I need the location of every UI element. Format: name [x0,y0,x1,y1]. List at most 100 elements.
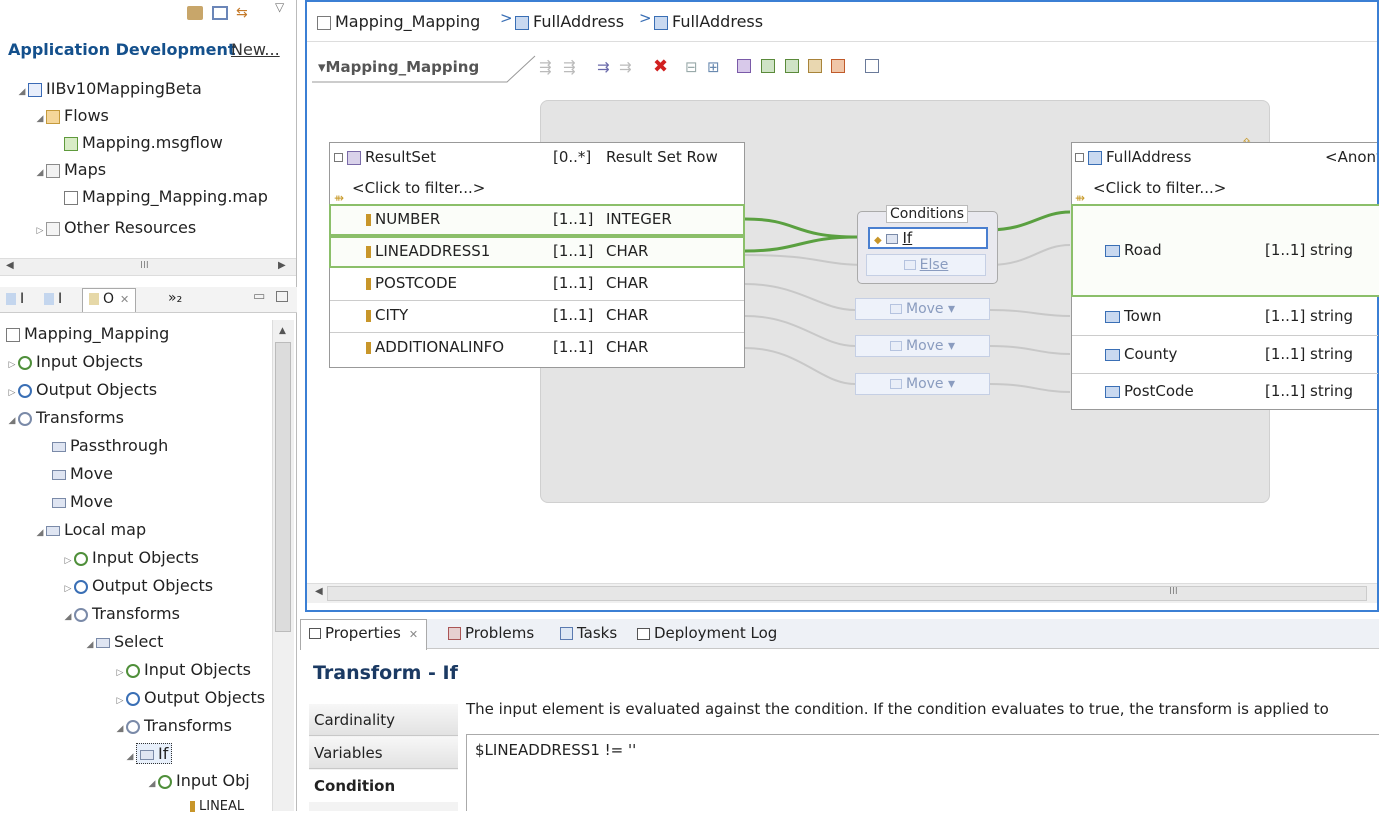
condition-else[interactable]: Else [866,254,986,276]
breadcrumb-item-fulladdress[interactable]: FullAddress [654,12,763,31]
input-filter[interactable]: ⇻ <Click to filter...> [334,173,485,205]
outline-item-input-objects[interactable]: ▷ Input Objects [62,546,199,570]
close-icon[interactable]: ✕ [120,293,129,306]
expanded-arrow-icon[interactable]: ◢ [114,717,126,741]
expanded-arrow-icon[interactable]: ◢ [84,633,96,657]
outline-item-output-objects[interactable]: ▷ Output Objects [114,686,266,713]
tree-item-project[interactable]: ◢ IIBv10MappingBeta [16,77,202,101]
tree-item-flows[interactable]: ◢ Flows [34,104,109,128]
outline-item-input-objects[interactable]: ▷ Input Objects [6,350,143,374]
output-header[interactable]: FullAddress [1075,142,1191,173]
output-filter[interactable]: ⇻ <Click to filter...> [1075,173,1226,205]
collapsed-arrow-icon[interactable]: ▷ [114,689,126,713]
outline-item-input-objects[interactable]: ▷ Input Objects [114,658,251,682]
side-tab-variables[interactable]: Variables [309,737,458,769]
move-transform[interactable]: Move ▾ [855,335,990,357]
expanded-arrow-icon[interactable]: ◢ [62,605,74,629]
tab-outline[interactable]: O ✕ [82,288,137,312]
input-row-city[interactable]: CITY [366,300,408,331]
outline-item-mapping[interactable]: Mapping_Mapping [6,322,169,346]
expanded-arrow-icon[interactable]: ◢ [146,772,158,796]
side-tab-condition[interactable]: Condition [309,770,458,802]
scrollbar-thumb[interactable] [327,586,1367,601]
toolbar-icon-4[interactable]: ⇉ [619,58,639,76]
explorer-horizontal-scrollbar[interactable]: ◀ III ▶ [0,258,296,276]
outline-item-move[interactable]: Move [52,490,113,514]
outline-item-lineaddress[interactable]: LINEAL [190,795,244,819]
tree-item-msgflow[interactable]: Mapping.msgflow [64,131,223,155]
toolbar-icon-3[interactable]: ⇉ [597,58,617,76]
input-header[interactable]: ResultSet [334,142,436,173]
scroll-left-icon[interactable]: ◀ [315,586,323,597]
breadcrumb-item-fulladdress[interactable]: FullAddress [515,12,624,31]
tab-view-2[interactable]: I [44,291,62,307]
outline-item-passthrough[interactable]: Passthrough [52,434,168,458]
view-menu-icon[interactable]: ▽ [275,0,284,14]
delete-icon[interactable]: ✖ [653,56,668,77]
tab-view-1[interactable]: I [6,291,24,307]
scroll-right-icon[interactable]: ▶ [278,260,286,271]
scrollbar-thumb[interactable] [275,342,291,632]
more-views-button[interactable]: »₂ [168,290,182,306]
toolbar-icon-8[interactable] [761,59,775,73]
collapsed-arrow-icon[interactable]: ▷ [114,661,126,685]
link-editor-icon[interactable] [187,6,203,20]
move-transform[interactable]: Move ▾ [855,298,990,320]
tab-problems[interactable]: Problems [448,624,534,642]
toolbar-icon-11[interactable] [831,59,845,73]
move-transform[interactable]: Move ▾ [855,373,990,395]
tab-tasks[interactable]: Tasks [560,624,617,642]
tree-item-map-file[interactable]: Mapping_Mapping.map [64,185,268,209]
expanded-arrow-icon[interactable]: ◢ [16,80,28,104]
collapsed-arrow-icon[interactable]: ▷ [6,353,18,377]
collapse-icon[interactable] [334,153,343,162]
condition-if[interactable]: ◆ If [868,227,988,249]
tab-deployment-log[interactable]: Deployment Log [637,624,777,642]
collapse-all-icon[interactable] [212,6,228,20]
tree-item-maps[interactable]: ◢ Maps [34,158,107,182]
new-link[interactable]: New... [231,40,280,59]
outline-item-move[interactable]: Move [52,462,113,486]
editor-horizontal-scrollbar[interactable]: ◀ III [307,583,1377,603]
outline-item-output-objects[interactable]: ▷ Output Objects [62,574,214,601]
breadcrumb-item-map[interactable]: Mapping_Mapping [317,12,480,31]
expanded-arrow-icon[interactable]: ◢ [124,745,136,769]
expanded-arrow-icon[interactable]: ◢ [6,409,18,433]
collapsed-arrow-icon[interactable]: ▷ [62,549,74,573]
toolbar-icon-6[interactable]: ⊞ [707,58,720,76]
input-row-additionalinfo[interactable]: ADDITIONALINFO [366,332,504,363]
outline-item-transforms[interactable]: ◢ Transforms [6,406,124,430]
toolbar-icon-5[interactable]: ⊟ [685,58,698,76]
outline-item-if[interactable]: ◢ If [124,742,173,769]
minimize-icon[interactable]: ▭ [253,289,265,304]
outline-item-select[interactable]: ◢ Select [84,630,164,657]
toolbar-icon-10[interactable] [808,59,822,73]
outline-item-input-objects[interactable]: ◢ Input Obj [146,769,250,793]
outline-item-transforms[interactable]: ◢ Transforms [62,602,180,626]
close-icon[interactable]: ✕ [409,628,418,641]
outline-vertical-scrollbar[interactable]: ▲ [272,320,294,811]
collapsed-arrow-icon[interactable]: ▷ [62,577,74,601]
collapsed-arrow-icon[interactable]: ▷ [34,219,46,243]
scroll-up-icon[interactable]: ▲ [279,326,286,336]
condition-expression-field[interactable]: $LINEADDRESS1 != '' [466,734,1379,811]
tree-item-other-resources[interactable]: ▷ Other Resources [34,216,197,243]
outline-item-local-map[interactable]: ◢ Local map [34,518,147,545]
tab-properties[interactable]: Properties ✕ [300,619,428,650]
scroll-left-icon[interactable]: ◀ [6,260,14,271]
output-row-postcode[interactable]: PostCode [1105,376,1194,407]
outline-item-transforms[interactable]: ◢ Transforms [114,714,232,738]
toolbar-icon-1[interactable]: ⇶ [539,58,559,76]
toolbar-icon-2[interactable]: ⇶ [563,58,583,76]
output-row-town[interactable]: Town [1105,301,1162,332]
expanded-arrow-icon[interactable]: ◢ [34,107,46,131]
output-row-county[interactable]: County [1105,339,1177,370]
side-tab-cardinality[interactable]: Cardinality [309,704,458,736]
toolbar-icon-12[interactable] [865,59,879,73]
outline-item-output-objects[interactable]: ▷ Output Objects [6,378,158,405]
toolbar-icon-9[interactable] [785,59,799,73]
map-tab[interactable]: ▾Mapping_Mapping [318,58,479,76]
expanded-arrow-icon[interactable]: ◢ [34,521,46,545]
sync-icon[interactable]: ⇆ [236,5,254,21]
collapsed-arrow-icon[interactable]: ▷ [6,381,18,405]
